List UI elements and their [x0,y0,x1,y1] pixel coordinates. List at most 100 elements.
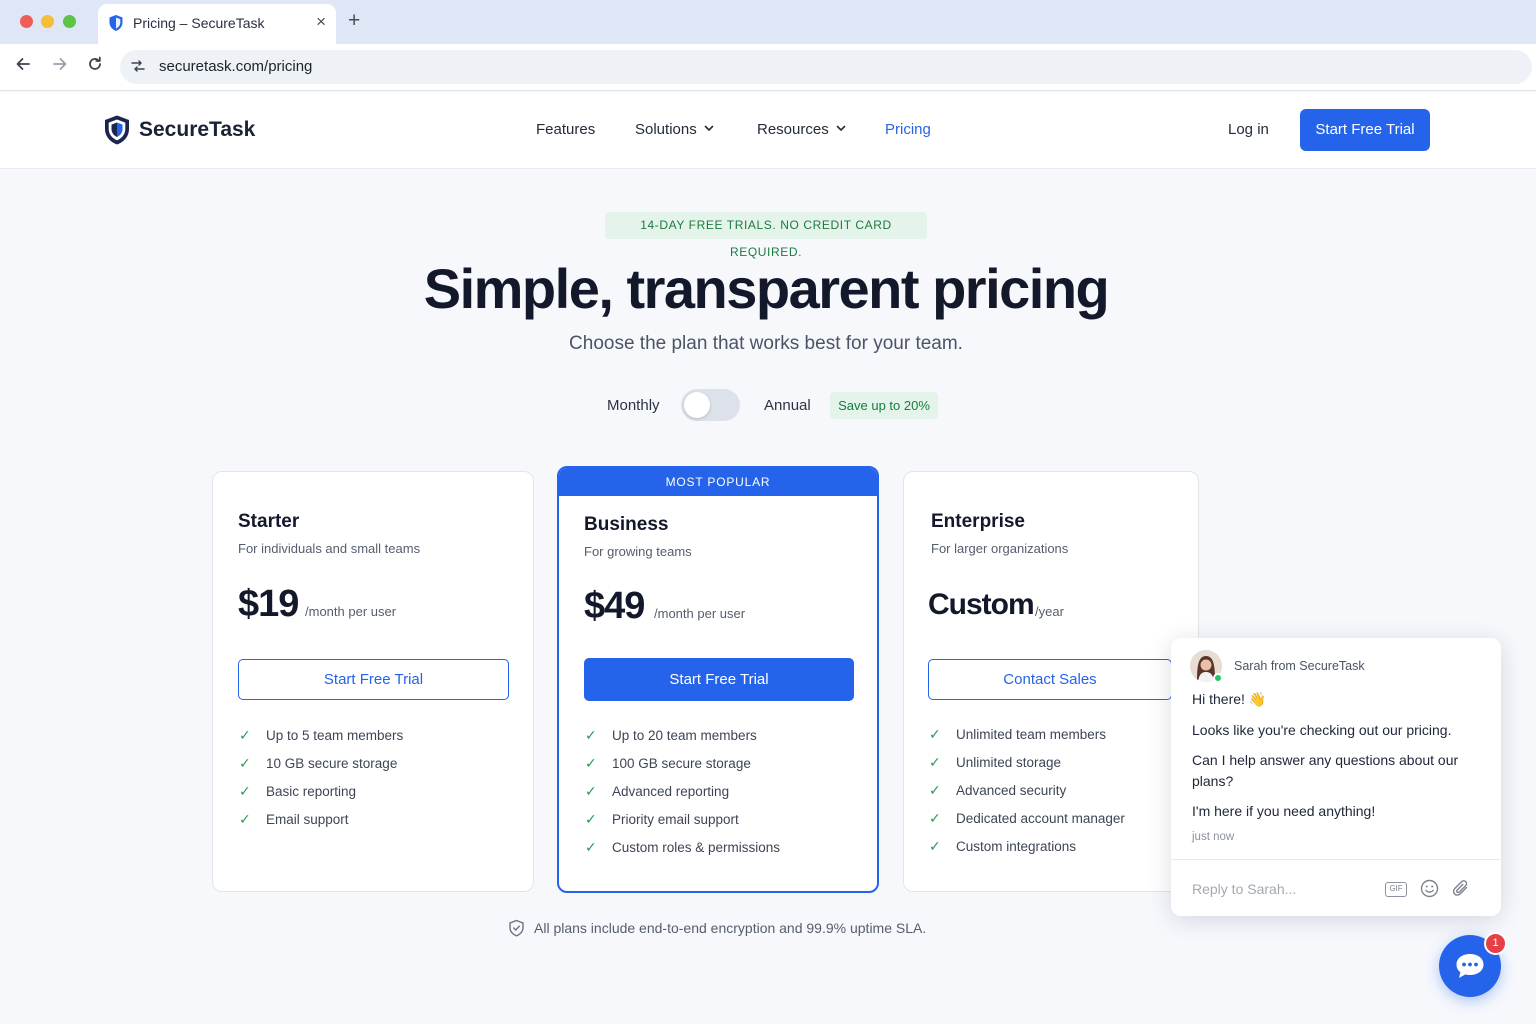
feature-item: ✓ Dedicated account manager [929,804,1125,832]
chat-popup: Sarah from SecureTask Hi there! 👋 Looks … [1171,638,1501,916]
feature-text: Custom roles & permissions [612,839,781,855]
feature-text: Up to 5 team members [266,727,404,743]
nav-features[interactable]: Features [536,121,595,138]
new-tab-button[interactable]: + [348,9,360,33]
check-icon: ✓ [585,754,597,771]
plan-card-enterprise: Enterprise For larger organizations Cust… [903,471,1199,892]
feature-text: Unlimited storage [956,754,1062,770]
feature-item: ✓ Custom integrations [929,832,1125,860]
billing-toggle: Monthly Annual Save up to 20% [0,388,1536,424]
annual-label[interactable]: Annual [764,397,811,414]
window-close-button[interactable] [20,15,33,28]
attachment-icon[interactable] [1452,879,1470,903]
business-start-trial-button[interactable]: Start Free Trial [584,658,854,701]
check-icon: ✓ [929,809,941,826]
page-subtitle: Choose the plan that works best for your… [569,333,963,354]
chevron-down-icon [836,123,846,135]
browser-tab-bar: Pricing – SecureTask × + [0,0,1536,44]
feature-item: ✓ Unlimited team members [929,720,1125,748]
login-link[interactable]: Log in [1228,121,1269,138]
feature-item: ✓ Priority email support [585,805,780,833]
logo[interactable]: SecureTask [103,114,255,146]
plan-description: For individuals and small teams [238,541,421,556]
feature-text: 100 GB secure storage [612,755,751,771]
check-icon: ✓ [239,754,251,771]
check-icon: ✓ [239,782,251,799]
plan-price: Custom [928,588,1035,621]
unread-badge: 1 [1484,932,1507,955]
window-minimize-button[interactable] [41,15,54,28]
page-title: Simple, transparent pricing [423,257,1110,320]
header-start-trial-button[interactable]: Start Free Trial [1300,109,1430,151]
feature-item: ✓ 100 GB secure storage [585,749,780,777]
check-icon: ✓ [239,810,251,827]
plan-price: $49 [584,585,645,627]
plan-description: For larger organizations [931,541,1069,556]
check-icon: ✓ [585,838,597,855]
chat-reply-input[interactable]: Reply to Sarah... [1192,881,1296,897]
plan-price: $19 [238,583,299,625]
gif-icon[interactable]: GIF [1385,882,1407,897]
feature-text: Unlimited team members [956,726,1107,742]
logo-shield-icon [105,115,129,145]
billing-switch[interactable] [681,389,740,421]
feature-item: ✓ Basic reporting [239,777,403,805]
check-icon: ✓ [929,781,941,798]
check-icon: ✓ [585,782,597,799]
check-icon: ✓ [239,726,251,743]
feature-item: ✓ Up to 20 team members [585,721,780,749]
feature-text: Email support [266,811,349,827]
contact-sales-button[interactable]: Contact Sales [928,659,1172,700]
nav-label: Resources [757,121,829,138]
nav-label: Solutions [635,121,697,138]
browser-tab[interactable]: Pricing – SecureTask × [98,4,336,44]
nav-resources[interactable]: Resources [757,121,846,138]
monthly-label[interactable]: Monthly [607,397,660,414]
starter-start-trial-button[interactable]: Start Free Trial [238,659,509,700]
window-maximize-button[interactable] [63,15,76,28]
tab-title: Pricing – SecureTask [133,15,265,31]
feature-text: Priority email support [612,811,739,827]
feature-list: ✓ Unlimited team members ✓ Unlimited stora… [929,720,1125,860]
plan-description: For growing teams [584,544,692,559]
chevron-down-icon [704,123,714,135]
plan-name: Business [584,514,669,535]
chat-bubble-icon [1456,954,1484,978]
tab-close-icon[interactable]: × [316,12,326,32]
nav-pricing[interactable]: Pricing [885,121,931,138]
footnote-text: All plans include end-to-end encryption … [534,920,927,936]
shield-check-icon [509,919,524,937]
browser-address-bar: securetask.com/pricing [0,44,1536,91]
chat-message: I'm here if you need anything! [1192,803,1376,819]
plan-unit: /month per user [654,606,746,621]
site-settings-icon[interactable] [130,58,146,78]
plan-name: Starter [238,511,300,532]
most-popular-banner: MOST POPULAR [559,468,877,496]
site-header: SecureTask Features Solutions Resources … [0,92,1536,169]
emoji-icon[interactable] [1420,879,1439,903]
feature-item: ✓ Advanced security [929,776,1125,804]
chat-message: Looks like you're checking out our prici… [1192,722,1452,738]
security-footnote: All plans include end-to-end encryption … [508,919,926,937]
plan-name: Enterprise [931,511,1025,532]
feature-item: ✓ Custom roles & permissions [585,833,780,861]
feature-text: Advanced reporting [612,783,730,799]
plan-card-business: MOST POPULAR Business For growing teams … [557,466,879,893]
logo-text: SecureTask [139,118,256,141]
feature-text: Up to 20 team members [612,727,757,743]
shield-icon [109,15,123,31]
url-field[interactable]: securetask.com/pricing [120,50,1532,84]
save-badge: Save up to 20% [830,392,938,419]
back-arrow-icon[interactable] [14,55,32,79]
feature-text: 10 GB secure storage [266,755,398,771]
check-icon: ✓ [585,810,597,827]
check-icon: ✓ [585,726,597,743]
trial-badge: 14-DAY FREE TRIALS. NO CREDIT CARD REQUI… [605,212,927,259]
reload-icon[interactable] [86,55,104,79]
forward-arrow-icon[interactable] [51,55,69,79]
feature-text: Basic reporting [266,783,357,799]
chat-message: Can I help answer any questions about ou… [1192,752,1459,789]
feature-item: ✓ Up to 5 team members [239,721,403,749]
nav-solutions[interactable]: Solutions [635,121,714,138]
feature-item: ✓ 10 GB secure storage [239,749,403,777]
